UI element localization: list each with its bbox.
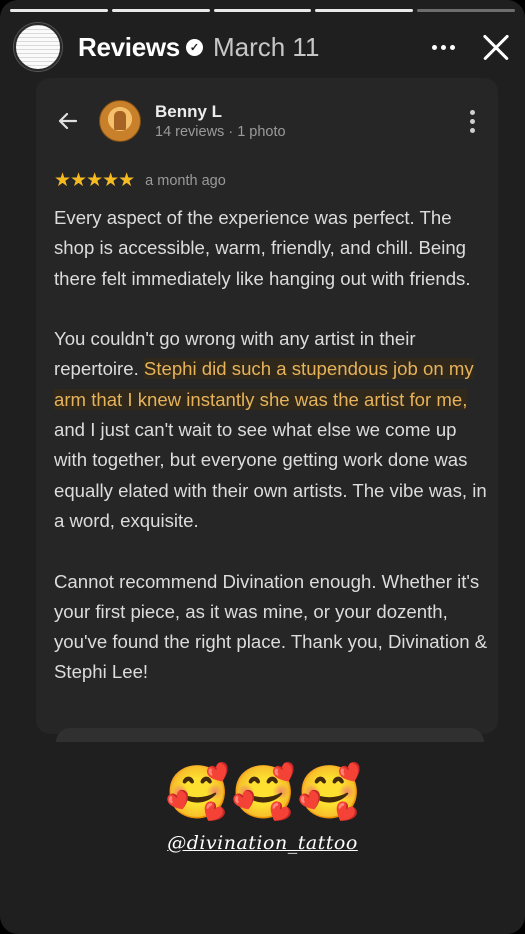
smiling-face-with-hearts-emoji: 🥰 (297, 764, 362, 822)
progress-segment (10, 9, 108, 12)
close-icon[interactable] (481, 32, 511, 62)
review-paragraph: You couldn't go wrong with any artist in… (54, 324, 494, 536)
review-text: Every aspect of the experience was perfe… (54, 203, 494, 718)
more-horizontal-icon[interactable] (431, 44, 455, 50)
review-paragraph: Cannot recommend Divination enough. Whet… (54, 570, 488, 683)
review-text-segment: and I just can't wait to see what else w… (54, 419, 487, 531)
smiling-face-with-hearts-emoji: 🥰 (165, 764, 230, 822)
star-rating: ★★★★★ (54, 170, 135, 191)
story-header: Reviews ✓ March 11 (14, 23, 511, 71)
progress-segment (417, 9, 515, 12)
progress-segment (315, 9, 414, 12)
mention-sticker[interactable]: @divination_tattoo (0, 832, 525, 854)
review-paragraph: Every aspect of the experience was perfe… (54, 207, 471, 289)
review-card: Benny L 14 reviews · 1 photo ★★★★★ a mon… (36, 78, 498, 742)
progress-segment (111, 9, 210, 12)
review-age: a month ago (145, 172, 226, 189)
smiling-face-with-hearts-emoji: 🥰 (231, 764, 296, 822)
account-avatar[interactable] (14, 23, 62, 71)
reviewer-meta: 14 reviews · 1 photo (155, 124, 286, 140)
progress-segment (213, 9, 312, 12)
story-title[interactable]: Reviews (78, 32, 180, 63)
more-vertical-icon[interactable] (470, 110, 476, 133)
back-arrow-icon[interactable] (56, 109, 80, 133)
reviewer-name[interactable]: Benny L (155, 102, 222, 122)
card-action-button[interactable] (56, 728, 484, 742)
review-header: Benny L 14 reviews · 1 photo (36, 100, 498, 144)
story-progress-bar (10, 9, 515, 12)
story-viewer: Reviews ✓ March 11 Benny L 14 reviews · … (0, 0, 525, 934)
verified-badge-icon: ✓ (185, 38, 203, 56)
rating-row: ★★★★★ a month ago (54, 171, 226, 190)
story-date: March 11 (212, 31, 320, 62)
emoji-sticker: 🥰🥰🥰 (0, 760, 525, 826)
reviewer-avatar[interactable] (99, 100, 141, 142)
